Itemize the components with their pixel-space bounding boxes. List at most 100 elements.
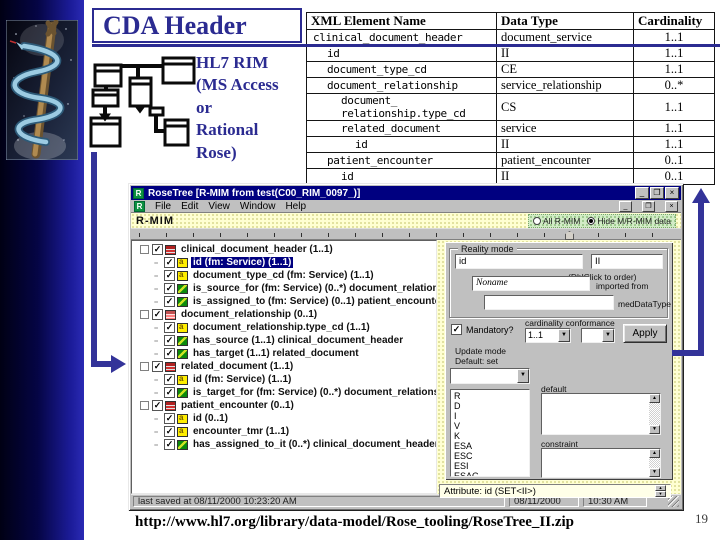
close-button[interactable]: × bbox=[665, 187, 679, 199]
cardinality-dropdown[interactable]: 1..1 ▼ bbox=[525, 328, 571, 343]
menu-item[interactable]: View bbox=[208, 201, 230, 212]
scroll-up-icon[interactable]: ▲ bbox=[649, 449, 660, 458]
menu-item[interactable]: Edit bbox=[181, 201, 198, 212]
code-list-item[interactable]: D bbox=[454, 401, 526, 411]
apply-button[interactable]: Apply bbox=[623, 324, 667, 343]
radio-on-icon[interactable] bbox=[587, 216, 596, 225]
tree-checkbox[interactable] bbox=[164, 322, 175, 333]
code-list-item[interactable]: ESA bbox=[454, 441, 526, 451]
child-restore-button[interactable]: ❐ bbox=[642, 200, 655, 212]
radio-all-rmim[interactable]: All R-MIM bbox=[533, 216, 580, 226]
tree-checkbox[interactable] bbox=[164, 387, 175, 398]
mandatory-checkbox[interactable] bbox=[451, 324, 462, 335]
scrollbar[interactable]: ▲ ▼ bbox=[649, 394, 660, 434]
chevron-down-icon[interactable]: ▼ bbox=[517, 369, 529, 383]
tree-item-label[interactable]: id (fm: Service) (1..1) bbox=[191, 374, 293, 385]
tree-item[interactable]: -- id (fm: Service) (1..1) bbox=[134, 256, 436, 269]
tree-item[interactable]: -- has_assigned_to_it (0..*) clinical_do… bbox=[134, 438, 436, 451]
code-list-item[interactable]: I bbox=[454, 411, 526, 421]
tree-item[interactable]: -- document_type_cd (fm: Service) (1..1) bbox=[134, 269, 436, 282]
tree-item-label[interactable]: is_target_for (fm: Service) (0..*) docum… bbox=[191, 387, 436, 398]
tree-checkbox[interactable] bbox=[152, 361, 163, 372]
expand-toggle-icon[interactable] bbox=[140, 245, 149, 254]
tree-item-label[interactable]: has_target (1..1) related_document bbox=[191, 348, 361, 359]
menu-item[interactable]: File bbox=[155, 201, 171, 212]
tree-item[interactable]: -- is_target_for (fm: Service) (0..*) do… bbox=[134, 386, 436, 399]
child-close-button[interactable]: × bbox=[665, 200, 678, 212]
rim-source-input[interactable]: Noname bbox=[472, 276, 590, 291]
attribute-spinner[interactable]: ▲ ▼ bbox=[655, 485, 666, 497]
tree-item-label[interactable]: encounter_tmr (1..1) bbox=[191, 426, 291, 437]
tree-checkbox[interactable] bbox=[164, 296, 175, 307]
tree-checkbox[interactable] bbox=[164, 374, 175, 385]
code-listbox[interactable]: R D I V K ESA ESC ESI ESAC bbox=[450, 389, 530, 477]
tree-item[interactable]: -- document_relationship (0..1) bbox=[134, 308, 436, 321]
tree-checkbox[interactable] bbox=[152, 244, 163, 255]
code-list-item[interactable]: ESC bbox=[454, 451, 526, 461]
attribute-type-input[interactable]: II bbox=[591, 254, 663, 269]
constraint-textarea[interactable]: ▲ ▼ bbox=[541, 448, 661, 478]
tree-item[interactable]: -- id (0..1) bbox=[134, 412, 436, 425]
rmim-tree-panel[interactable]: -- clinical_document_header (1..1) -- id… bbox=[131, 240, 437, 494]
tree-item-label[interactable]: is_source_for (fm: Service) (0..*) docum… bbox=[191, 283, 436, 294]
code-list-item[interactable]: V bbox=[454, 421, 526, 431]
radio-off-icon[interactable] bbox=[533, 216, 541, 225]
tree-item-label[interactable]: document_type_cd (fm: Service) (1..1) bbox=[191, 270, 376, 281]
tree-item-label[interactable]: related_document (1..1) bbox=[179, 361, 295, 372]
restore-button[interactable]: ❐ bbox=[650, 187, 664, 199]
expand-toggle-icon[interactable] bbox=[140, 401, 149, 410]
tree-item-label[interactable]: document_relationship (0..1) bbox=[179, 309, 319, 320]
scroll-down-icon[interactable]: ▼ bbox=[649, 425, 660, 434]
code-list-item[interactable]: ESAC bbox=[454, 471, 526, 476]
tree-item[interactable]: -- clinical_document_header (1..1) bbox=[134, 243, 436, 256]
tree-item[interactable]: -- related_document (1..1) bbox=[134, 360, 436, 373]
tree-item[interactable]: -- has_source (1..1) clinical_document_h… bbox=[134, 334, 436, 347]
tree-checkbox[interactable] bbox=[164, 335, 175, 346]
tree-item-label[interactable]: clinical_document_header (1..1) bbox=[179, 244, 335, 255]
update-mode-dropdown[interactable]: ▼ bbox=[450, 368, 530, 384]
radio-hide-data[interactable]: Hide M/R-MIM data bbox=[587, 216, 671, 226]
tree-item-label[interactable]: is_assigned_to (fm: Service) (0..1) pati… bbox=[191, 296, 436, 307]
tree-checkbox[interactable] bbox=[152, 400, 163, 411]
tree-checkbox[interactable] bbox=[164, 348, 175, 359]
tree-item[interactable]: -- is_assigned_to (fm: Service) (0..1) p… bbox=[134, 295, 436, 308]
tree-checkbox[interactable] bbox=[164, 413, 175, 424]
tree-checkbox[interactable] bbox=[164, 270, 175, 281]
expand-toggle-icon[interactable] bbox=[140, 362, 149, 371]
tree-item[interactable]: -- is_source_for (fm: Service) (0..*) do… bbox=[134, 282, 436, 295]
attribute-name-input[interactable]: id bbox=[455, 254, 583, 269]
tree-item-label[interactable]: has_source (1..1) clinical_document_head… bbox=[191, 335, 405, 346]
tree-checkbox[interactable] bbox=[152, 309, 163, 320]
tree-checkbox[interactable] bbox=[164, 283, 175, 294]
child-minimize-button[interactable]: _ bbox=[619, 200, 632, 212]
tree-item[interactable]: -- id (fm: Service) (1..1) bbox=[134, 373, 436, 386]
scrollbar[interactable]: ▲ ▼ bbox=[649, 449, 660, 477]
tree-checkbox[interactable] bbox=[164, 257, 175, 268]
code-list-item[interactable]: K bbox=[454, 431, 526, 441]
conformance-dropdown[interactable]: ▼ bbox=[581, 328, 615, 343]
minimize-button[interactable]: _ bbox=[635, 187, 649, 199]
code-list-item[interactable]: R bbox=[454, 391, 526, 401]
chevron-down-icon[interactable]: ▼ bbox=[558, 329, 570, 342]
tree-item[interactable]: -- document_relationship.type_cd (1..1) bbox=[134, 321, 436, 334]
tree-item[interactable]: -- patient_encounter (0..1) bbox=[134, 399, 436, 412]
default-textarea[interactable]: ▲ ▼ bbox=[541, 393, 661, 435]
tree-item-label[interactable]: has_assigned_to_it (0..*) clinical_docum… bbox=[191, 439, 436, 450]
tree-checkbox[interactable] bbox=[164, 426, 175, 437]
tree-item[interactable]: -- encounter_tmr (1..1) bbox=[134, 425, 436, 438]
chevron-down-icon[interactable]: ▼ bbox=[602, 329, 614, 342]
tree-checkbox[interactable] bbox=[164, 439, 175, 450]
tree-item[interactable]: -- has_target (1..1) related_document bbox=[134, 347, 436, 360]
tree-item-label[interactable]: id (0..1) bbox=[191, 413, 230, 424]
spin-down-icon[interactable]: ▼ bbox=[655, 491, 666, 497]
menu-item[interactable]: Help bbox=[285, 201, 306, 212]
scroll-up-icon[interactable]: ▲ bbox=[649, 394, 660, 403]
datatype-input[interactable] bbox=[484, 295, 614, 310]
window-title-bar[interactable]: R RoseTree [R-MIM from test(C00_RIM_0097… bbox=[131, 186, 681, 200]
code-list-item[interactable]: ESI bbox=[454, 461, 526, 471]
expand-toggle-icon[interactable] bbox=[140, 310, 149, 319]
tree-item-label[interactable]: id (fm: Service) (1..1) bbox=[191, 257, 294, 268]
scroll-down-icon[interactable]: ▼ bbox=[649, 468, 660, 477]
menu-item[interactable]: Window bbox=[240, 201, 276, 212]
tree-item-label[interactable]: patient_encounter (0..1) bbox=[179, 400, 296, 411]
